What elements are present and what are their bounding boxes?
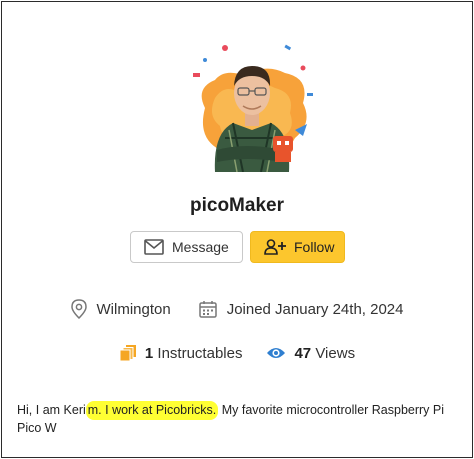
profile-meta: Wilmington Joined January 24th, 2024 — [2, 298, 472, 320]
person-plus-icon — [264, 239, 286, 255]
instructables-count: 1 — [144, 344, 154, 362]
instructables-stat[interactable]: 1 Instructables — [119, 344, 243, 362]
eye-icon — [267, 348, 286, 358]
bio-highlight: m. I work at Picobricks. — [85, 401, 219, 420]
message-button-label: Message — [172, 239, 229, 255]
avatar-image — [193, 44, 313, 172]
follow-button-label: Follow — [294, 239, 335, 255]
calendar-icon — [198, 301, 217, 318]
location: Wilmington — [70, 299, 171, 319]
views-stat: 47 Views — [266, 345, 355, 362]
views-label: Views — [315, 344, 356, 362]
documents-stack-icon — [119, 345, 136, 362]
avatar[interactable] — [185, 38, 319, 172]
joined-date: Joined January 24th, 2024 — [198, 300, 404, 318]
message-button[interactable]: Message — [130, 231, 243, 263]
location-text: Wilmington — [96, 300, 171, 318]
profile-stats: 1 Instructables 47 Views — [2, 342, 472, 364]
follow-button[interactable]: Follow — [250, 231, 345, 263]
bio-part-1: Hi, I am Keri — [17, 403, 86, 417]
views-count: 47 — [294, 344, 312, 362]
username: picoMaker — [190, 195, 284, 216]
envelope-icon — [144, 239, 164, 255]
joined-text: Joined January 24th, 2024 — [226, 300, 404, 318]
bio-text: Hi, I am Keri m. I work at Picobricks. My… — [17, 401, 462, 437]
profile-card: picoMaker Message Follow Wilmington Join… — [1, 1, 473, 458]
instructables-label: Instructables — [157, 344, 243, 362]
map-pin-icon — [70, 299, 87, 319]
